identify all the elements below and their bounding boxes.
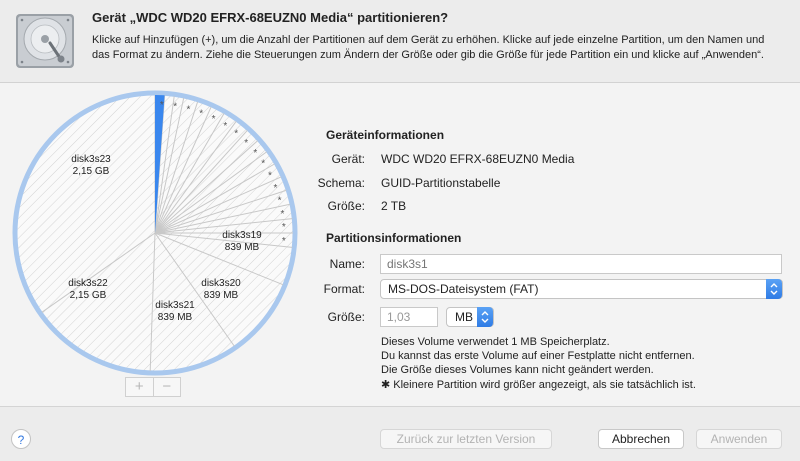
partition-size-label: Größe: <box>327 310 365 324</box>
small-partition-marker: * <box>212 114 216 125</box>
size-unit-value: MB <box>455 310 473 324</box>
small-partition-marker: * <box>199 109 203 120</box>
remove-partition-button[interactable]: − <box>152 378 181 396</box>
pie-label-disk3s19[interactable]: disk3s19 839 MB <box>217 230 267 254</box>
dialog-description: Klicke auf Hinzufügen (+), um die Anzahl… <box>92 34 765 61</box>
small-partition-marker: * <box>160 100 164 111</box>
device-size-value: 2 TB <box>381 199 407 213</box>
cancel-button[interactable]: Abbrechen <box>598 429 684 449</box>
add-remove-partition-control: + − <box>125 377 181 397</box>
format-select-value: MS-DOS-Dateisystem (FAT) <box>388 282 539 296</box>
small-partition-marker: * <box>244 138 248 149</box>
small-partition-marker: * <box>282 236 286 247</box>
size-unit-select[interactable]: MB <box>446 307 494 327</box>
format-select[interactable]: MS-DOS-Dateisystem (FAT) <box>380 279 783 299</box>
partition-name-input[interactable] <box>380 254 782 274</box>
chevron-up-down-icon <box>481 311 489 323</box>
small-partition-marker: * <box>186 104 190 115</box>
pie-label-disk3s21[interactable]: disk3s21 839 MB <box>150 300 200 324</box>
revert-button[interactable]: Zurück zur letzten Version <box>380 429 552 449</box>
partition-size-input[interactable] <box>380 307 438 327</box>
pie-label-disk3s23[interactable]: disk3s23 2,15 GB <box>66 154 116 178</box>
add-partition-button[interactable]: + <box>126 378 153 396</box>
small-partition-marker: * <box>282 222 286 233</box>
device-value: WDC WD20 EFRX-68EUZN0 Media <box>381 152 575 166</box>
dialog-header: Gerät „WDC WD20 EFRX-68EUZN0 Media“ part… <box>0 0 800 83</box>
partition-content: * * * * * * * * * * * * * * * * disk3s23 2,15 GB disk3s… <box>0 83 800 406</box>
name-label: Name: <box>329 257 365 271</box>
small-partition-marker: * <box>173 102 177 113</box>
partition-note: Dieses Volume verwendet 1 MB Speicherpla… <box>381 336 695 376</box>
device-label: Gerät: <box>331 152 365 166</box>
partition-pie-chart[interactable]: * * * * * * * * * * * * * * * * disk3s23 2,15 GB disk3s… <box>0 88 310 376</box>
small-partition-footnote: ✱ Kleinere Partition wird größer angezei… <box>381 379 696 391</box>
help-button[interactable]: ? <box>11 429 31 449</box>
scheme-value: GUID-Partitionstabelle <box>381 176 501 190</box>
size-unit-stepper[interactable] <box>477 307 493 327</box>
pie-label-disk3s22[interactable]: disk3s22 2,15 GB <box>63 278 113 302</box>
dialog-footer: ? Zurück zur letzten Version Abbrechen A… <box>0 406 800 461</box>
format-select-stepper[interactable] <box>766 279 782 299</box>
partition-info-title: Partitionsinformationen <box>326 231 462 245</box>
device-info-title: Geräteinformationen <box>326 128 445 142</box>
small-partition-marker: * <box>234 129 238 140</box>
apply-button[interactable]: Anwenden <box>696 429 782 449</box>
small-partition-marker: * <box>223 121 227 132</box>
chevron-up-down-icon <box>770 283 778 295</box>
pie-label-disk3s20[interactable]: disk3s20 839 MB <box>196 278 246 302</box>
scheme-label: Schema: <box>317 176 365 190</box>
device-size-label: Größe: <box>327 199 365 213</box>
format-label: Format: <box>323 282 365 296</box>
dialog-title: Gerät „WDC WD20 EFRX-68EUZN0 Media“ part… <box>92 10 449 25</box>
hard-disk-icon <box>14 10 76 72</box>
